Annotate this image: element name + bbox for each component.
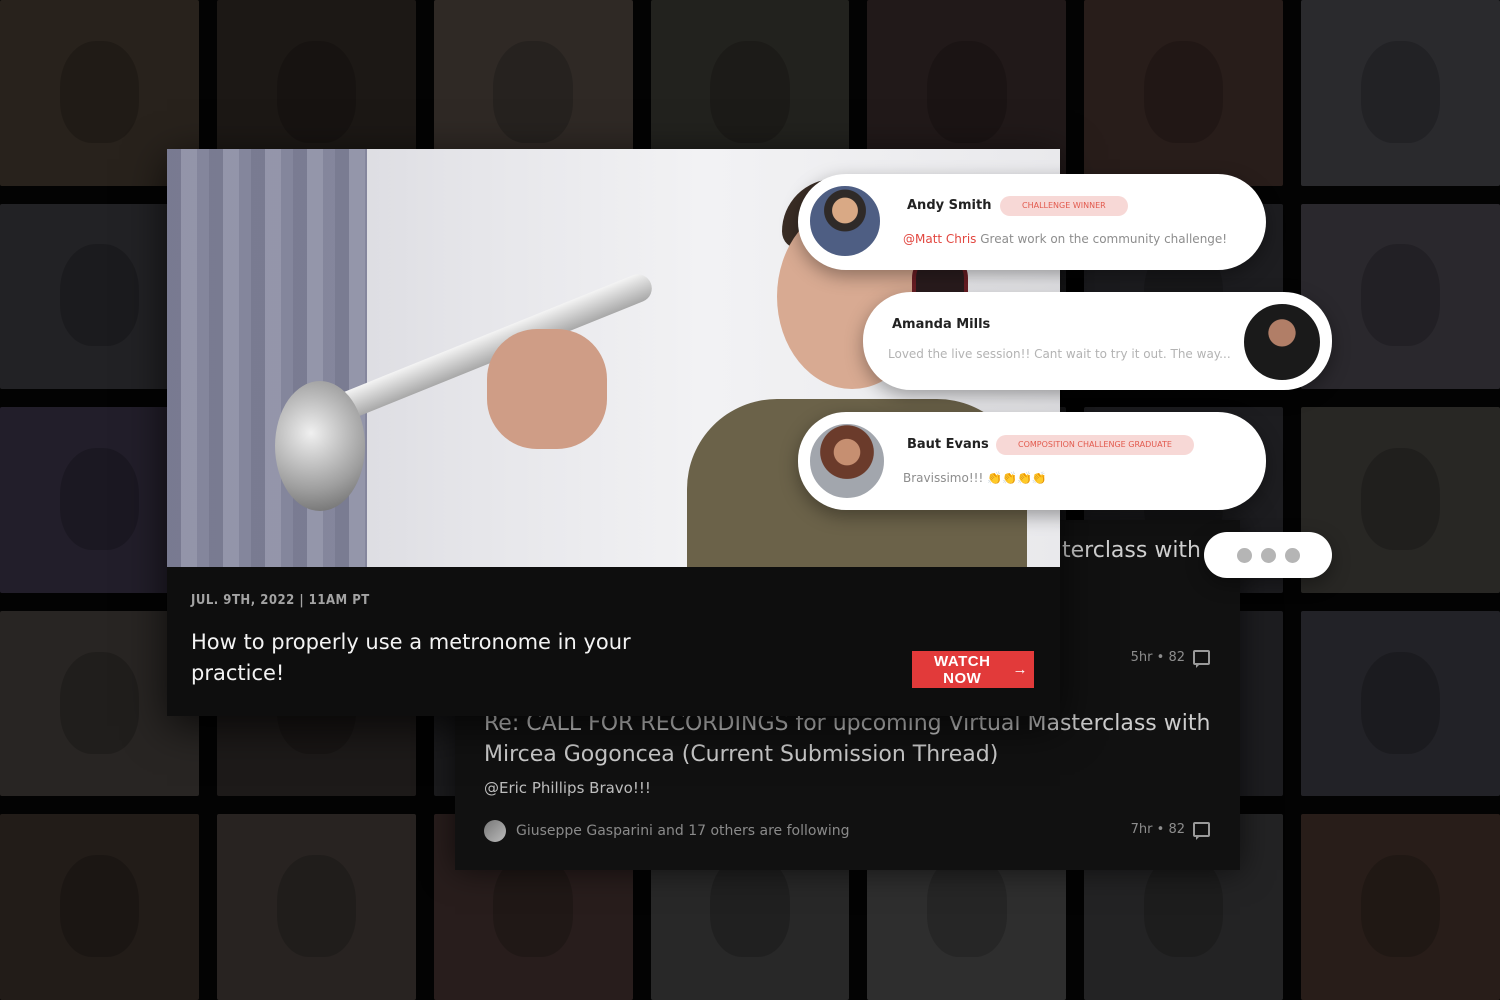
avatar[interactable] — [1240, 300, 1324, 384]
forum-following: Giuseppe Gasparini and 17 others are fol… — [484, 820, 850, 842]
comment-icon[interactable] — [1193, 822, 1210, 840]
comment-author[interactable]: Amanda Mills — [892, 317, 990, 332]
watch-now-button[interactable]: WATCH NOW → — [912, 651, 1034, 688]
forum-following-text: Giuseppe Gasparini and 17 others are fol… — [516, 823, 850, 839]
comment-text: @Matt Chris Great work on the community … — [903, 232, 1227, 246]
video-date: JUL. 9TH, 2022 | 11AM PT — [191, 593, 370, 608]
forum-top-meta-text: 5hr • 82 — [1130, 650, 1185, 665]
comment-bubble[interactable]: Andy Smith CHALLENGE WINNER @Matt Chris … — [798, 174, 1266, 270]
hands-image — [487, 329, 607, 449]
comment-author[interactable]: Baut Evans — [907, 437, 989, 452]
avatar[interactable] — [806, 420, 888, 502]
typing-dot — [1284, 547, 1300, 563]
typing-dot — [1236, 547, 1252, 563]
typing-dot — [1260, 547, 1276, 563]
forum-partial-title: terclass with — [1062, 538, 1202, 563]
forum-reply-text: @Eric Phillips Bravo!!! — [484, 779, 651, 797]
arrow-right-icon: → — [1012, 661, 1028, 678]
video-title: How to properly use a metronome in your … — [191, 630, 631, 685]
comment-body: Bravissimo!!! 👏👏👏👏 — [903, 471, 1047, 485]
comment-icon[interactable] — [1193, 650, 1210, 668]
mention-link[interactable]: @Matt Chris — [903, 232, 976, 246]
status-badge: CHALLENGE WINNER — [1000, 196, 1128, 216]
comment-author[interactable]: Andy Smith — [907, 198, 991, 213]
avatar[interactable] — [806, 182, 884, 260]
watch-now-label: WATCH NOW — [934, 652, 991, 687]
typing-indicator — [1204, 532, 1332, 578]
forum-thread-title[interactable]: Re: CALL FOR RECORDINGS for upcoming Vir… — [484, 708, 1224, 770]
forum-bottom-meta-text: 7hr • 82 — [1130, 822, 1185, 837]
forum-top-meta: 5hr • 82 — [1130, 650, 1210, 668]
comment-bubble[interactable]: Baut Evans COMPOSITION CHALLENGE GRADUAT… — [798, 412, 1266, 510]
trumpet-bell-image — [275, 381, 365, 511]
comment-body: Loved the live session!! Cant wait to tr… — [888, 347, 1231, 361]
avatar — [484, 820, 506, 842]
forum-bottom-meta: 7hr • 82 — [1130, 822, 1210, 840]
comment-body: Great work on the community challenge! — [976, 232, 1228, 246]
comment-bubble[interactable]: Amanda Mills Loved the live session!! Ca… — [863, 292, 1332, 390]
status-badge: COMPOSITION CHALLENGE GRADUATE — [996, 435, 1194, 455]
